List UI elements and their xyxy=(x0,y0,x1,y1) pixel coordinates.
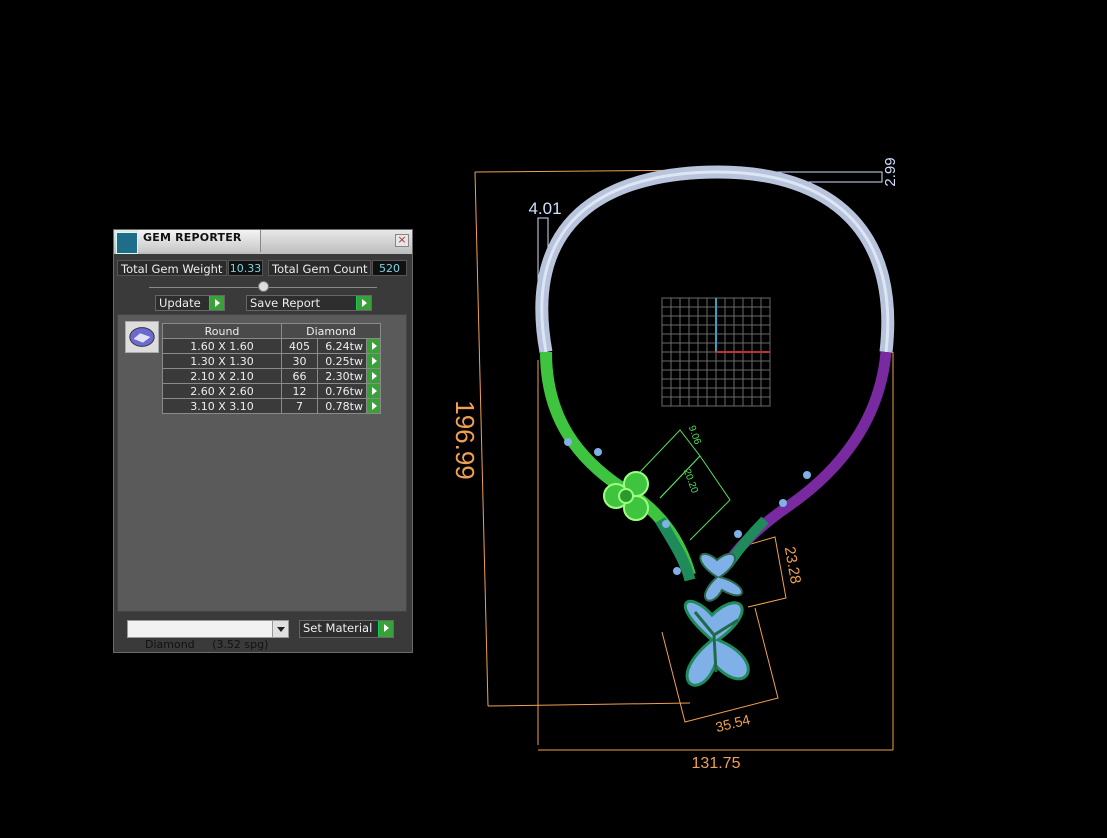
gem-reporter-panel: GEM REPORTER × Total Gem Weight 10.33 To… xyxy=(113,229,413,653)
gem-count: 405 xyxy=(281,338,318,354)
table-row: 3.10 X 3.10 7 0.78tw xyxy=(162,398,381,414)
total-weight-label: Total Gem Weight xyxy=(117,260,227,276)
set-material-button[interactable]: Set Material xyxy=(299,620,394,638)
save-report-label: Save Report xyxy=(250,296,321,310)
col-header-material: Diamond xyxy=(281,323,381,339)
gem-count: 30 xyxy=(281,353,318,369)
chevron-down-icon[interactable] xyxy=(272,621,288,637)
view-grid xyxy=(661,297,771,407)
gem-size: 3.10 X 3.10 xyxy=(162,398,282,414)
large-flower-pendant[interactable] xyxy=(683,599,750,687)
gem-weight: 2.30tw xyxy=(317,368,367,384)
dim-height: 196.99 xyxy=(450,400,480,480)
play-arrow-icon xyxy=(209,296,224,310)
gem-count: 7 xyxy=(281,398,318,414)
material-select-value: Diamond (3.52 spg) xyxy=(145,638,269,651)
dim-pendant: 35.54 xyxy=(714,711,752,735)
gem-weight: 0.76tw xyxy=(317,383,367,399)
gem-size: 2.10 X 2.10 xyxy=(162,368,282,384)
gem-size: 2.60 X 2.60 xyxy=(162,383,282,399)
select-row-arrow-icon[interactable] xyxy=(366,368,381,384)
select-row-arrow-icon[interactable] xyxy=(366,338,381,354)
material-select[interactable]: Diamond (3.52 spg) xyxy=(127,620,289,651)
save-report-button[interactable]: Save Report xyxy=(246,295,372,311)
update-label: Update xyxy=(159,296,201,310)
gem-size: 1.60 X 1.60 xyxy=(162,338,282,354)
play-arrow-icon xyxy=(356,296,371,310)
total-count-label: Total Gem Count xyxy=(268,260,371,276)
knot-dimension xyxy=(639,429,731,541)
close-icon[interactable]: × xyxy=(395,234,409,247)
panel-slider-knob[interactable] xyxy=(258,281,269,292)
gem-weight: 0.78tw xyxy=(317,398,367,414)
col-header-shape: Round xyxy=(162,323,282,339)
gem-count: 12 xyxy=(281,383,318,399)
total-weight-value: 10.33 xyxy=(228,260,263,276)
total-count-value: 520 xyxy=(372,260,407,276)
set-material-label: Set Material xyxy=(303,621,373,635)
gem-size: 1.30 X 1.30 xyxy=(162,353,282,369)
gem-table: Round Diamond 1.60 X 1.60 405 6.24tw 1.3… xyxy=(162,323,381,414)
gem-weight: 0.25tw xyxy=(317,353,367,369)
round-gem-icon xyxy=(125,321,159,353)
gem-weight: 6.24tw xyxy=(317,338,367,354)
select-row-arrow-icon[interactable] xyxy=(366,383,381,399)
table-row: 1.30 X 1.30 30 0.25tw xyxy=(162,353,381,369)
gem-list-area: Round Diamond 1.60 X 1.60 405 6.24tw 1.3… xyxy=(117,314,407,612)
panel-title: GEM REPORTER xyxy=(143,231,242,244)
dim-wire-top: 2.99 xyxy=(882,157,899,186)
gem-reporter-logo-icon xyxy=(116,232,138,254)
dim-knot-b: 20.20 xyxy=(681,468,700,496)
play-arrow-icon xyxy=(378,621,393,637)
dim-knot-a: 9.06 xyxy=(686,424,703,446)
table-row: 2.60 X 2.60 12 0.76tw xyxy=(162,383,381,399)
dim-flower: 23.28 xyxy=(781,545,804,585)
panel-titlebar[interactable]: GEM REPORTER × xyxy=(114,230,412,254)
gem-count: 66 xyxy=(281,368,318,384)
dim-wire-side: 4.01 xyxy=(528,199,561,218)
select-row-arrow-icon[interactable] xyxy=(366,353,381,369)
table-row: 1.60 X 1.60 405 6.24tw xyxy=(162,338,381,354)
dim-width: 131.75 xyxy=(692,755,741,772)
update-button[interactable]: Update xyxy=(155,295,225,311)
select-row-arrow-icon[interactable] xyxy=(366,398,381,414)
table-row: 2.10 X 2.10 66 2.30tw xyxy=(162,368,381,384)
